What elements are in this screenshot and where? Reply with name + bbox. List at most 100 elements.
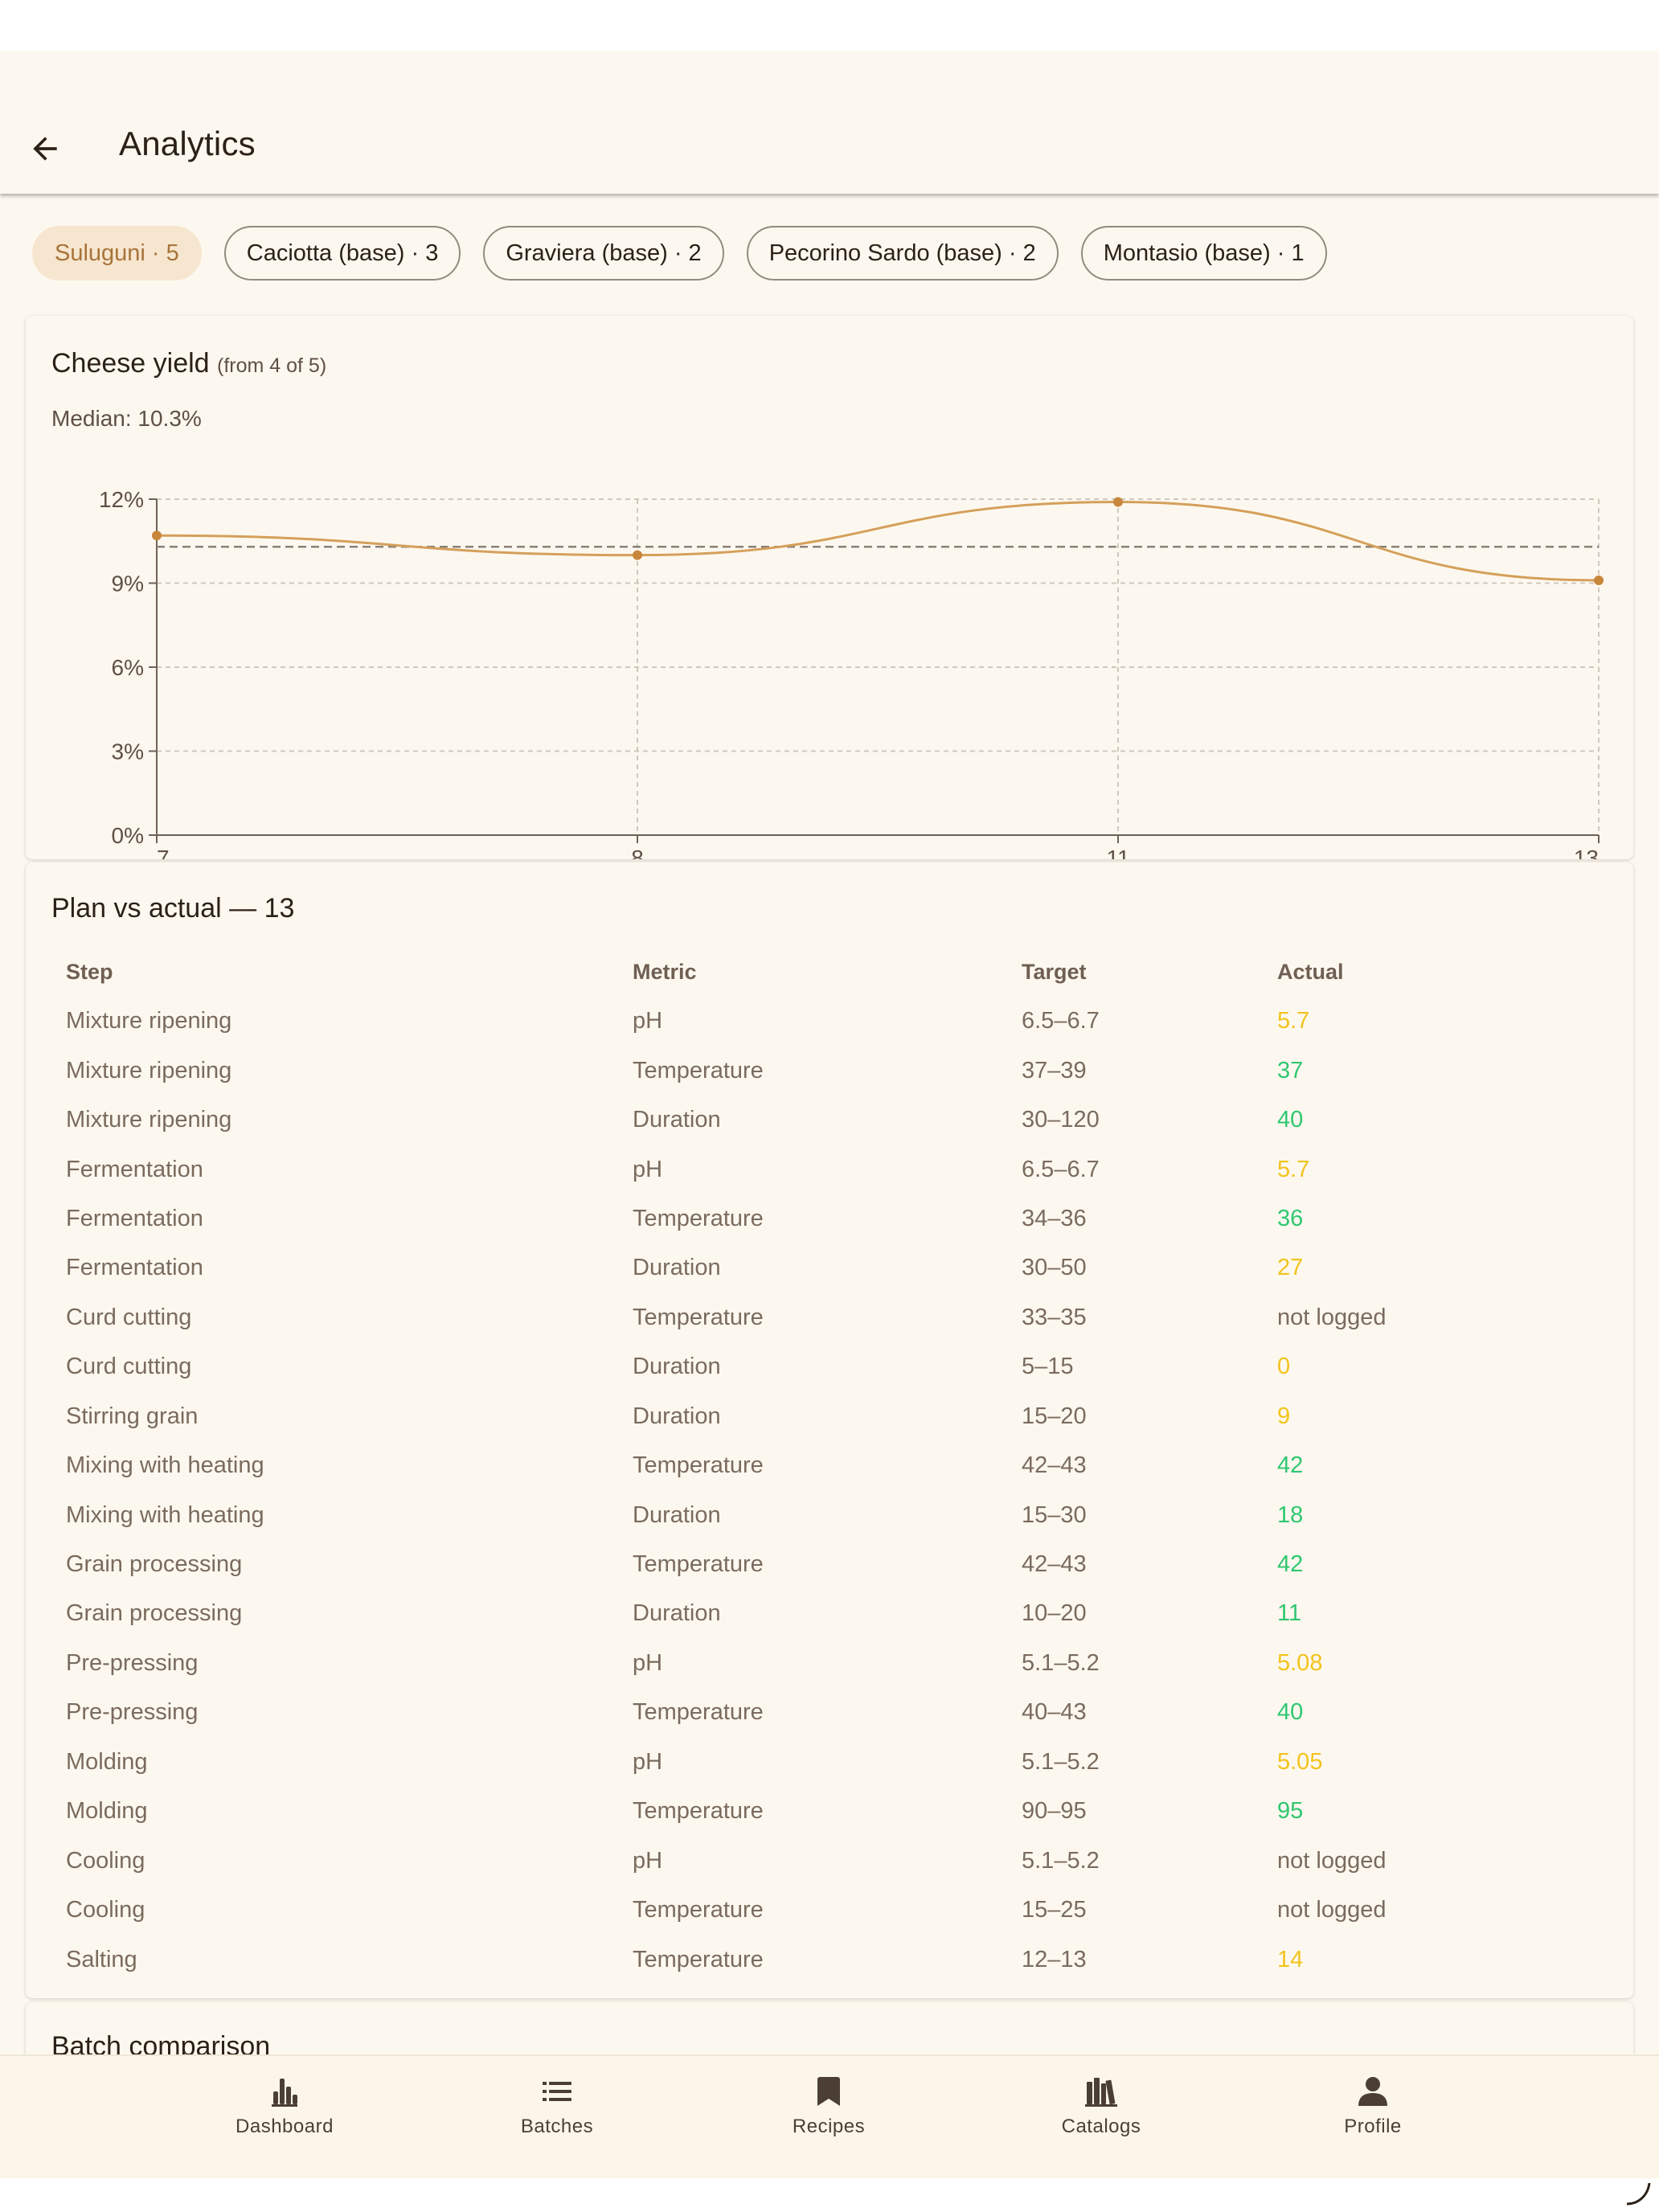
cell-metric: Temperature [633, 1304, 764, 1330]
cheese-filter-chips: Suluguni · 5 Caciotta (base) · 3 Gravier… [32, 226, 1327, 281]
table-row: Mixing with heating Temperature 42–43 42 [66, 1441, 1593, 1490]
app-bar: Analytics [0, 51, 1659, 194]
back-button[interactable] [16, 120, 74, 178]
cell-target: 6.5–6.7 [1022, 1008, 1100, 1034]
cell-step: Fermentation [66, 1156, 203, 1182]
cell-target: 5–15 [1022, 1354, 1074, 1380]
nav-label-catalogs: Catalogs [1061, 2116, 1141, 2137]
chip-suluguni[interactable]: Suluguni · 5 [32, 226, 202, 281]
cell-actual: 42 [1277, 1452, 1304, 1479]
yield-series-line [156, 500, 1600, 582]
cell-metric: Duration [633, 1600, 721, 1627]
cell-metric: pH [633, 1748, 663, 1775]
cell-step: Curd cutting [66, 1354, 192, 1380]
table-row: Cooling pH 5.1–5.2 not logged [66, 1836, 1593, 1885]
cell-target: 40–43 [1022, 1699, 1087, 1726]
table-row: Mixture ripening pH 6.5–6.7 5.7 [66, 997, 1593, 1046]
cell-actual: 42 [1277, 1551, 1304, 1578]
cell-target: 12–13 [1022, 1946, 1087, 1972]
nav-label-dashboard: Dashboard [236, 2116, 334, 2137]
cell-step: Fermentation [66, 1205, 203, 1231]
cell-actual: 9 [1277, 1403, 1291, 1429]
table-row: Pre-pressing pH 5.1–5.2 5.08 [66, 1639, 1593, 1688]
table-row: Mixture ripening Duration 30–120 40 [66, 1096, 1593, 1145]
cell-target: 37–39 [1022, 1057, 1087, 1083]
cell-target: 15–20 [1022, 1403, 1087, 1429]
table-row: Molding Temperature 90–95 95 [66, 1787, 1593, 1836]
yield-data-point [1594, 576, 1604, 586]
column-header-step: Step [66, 959, 113, 984]
cell-step: Curd cutting [66, 1304, 192, 1330]
cell-metric: Temperature [633, 1551, 764, 1578]
cell-actual: 5.05 [1277, 1748, 1323, 1775]
cell-metric: Duration [633, 1354, 721, 1380]
bar-chart-icon [272, 2079, 297, 2107]
cell-target: 15–30 [1022, 1501, 1087, 1528]
cell-actual: 95 [1277, 1798, 1304, 1825]
yield-data-point [633, 550, 642, 560]
cell-actual: 36 [1277, 1205, 1304, 1231]
table-row: Pre-pressing Temperature 40–43 40 [66, 1688, 1593, 1737]
table-header-row: Step Metric Target Actual [66, 947, 1593, 997]
books-icon [1085, 2078, 1117, 2107]
cell-target: 10–20 [1022, 1600, 1087, 1627]
arrow-left-icon [33, 137, 57, 161]
cell-actual: 40 [1277, 1699, 1304, 1726]
x-tick-label: 7 [157, 846, 170, 859]
cell-target: 5.1–5.2 [1022, 1847, 1100, 1874]
cell-metric: Duration [633, 1403, 721, 1429]
y-tick-label: 6% [112, 655, 144, 680]
cell-metric: Temperature [633, 1205, 764, 1231]
table-row: Salting Temperature 12–13 14 [66, 1935, 1593, 1984]
plan-vs-actual-card: Plan vs actual — 13 Step Metric Target A… [26, 862, 1633, 1998]
nav-catalogs[interactable]: Catalogs [1021, 2056, 1182, 2178]
cell-actual: 18 [1277, 1501, 1304, 1528]
cell-actual: not logged [1277, 1304, 1387, 1330]
cell-actual: 5.7 [1277, 1156, 1310, 1182]
cell-target: 5.1–5.2 [1022, 1748, 1100, 1775]
table-row: Grain processing Duration 10–20 11 [66, 1589, 1593, 1638]
cell-target: 90–95 [1022, 1798, 1087, 1825]
cell-step: Stirring grain [66, 1403, 199, 1429]
cell-step: Pre-pressing [66, 1649, 199, 1676]
y-tick-label: 3% [112, 739, 144, 764]
cell-metric: Temperature [633, 1798, 764, 1825]
chip-montasio[interactable]: Montasio (base) · 1 [1080, 226, 1327, 281]
cell-step: Mixture ripening [66, 1107, 232, 1133]
cell-target: 30–120 [1022, 1107, 1100, 1133]
bookmark-icon [817, 2077, 840, 2106]
cell-step: Salting [66, 1946, 137, 1972]
cell-actual: 14 [1277, 1946, 1304, 1972]
chip-pecorino-sardo[interactable]: Pecorino Sardo (base) · 2 [746, 226, 1059, 281]
cell-step: Mixing with heating [66, 1501, 264, 1528]
table-row: Stirring grain Duration 15–20 9 [66, 1392, 1593, 1441]
plan-table: Step Metric Target Actual Mixture ripeni… [66, 947, 1593, 1985]
cell-step: Cooling [66, 1847, 145, 1874]
table-row: Fermentation pH 6.5–6.7 5.7 [66, 1145, 1593, 1194]
cell-target: 5.1–5.2 [1022, 1649, 1100, 1676]
cell-metric: Temperature [633, 1897, 764, 1923]
nav-batches[interactable]: Batches [477, 2056, 637, 2178]
nav-recipes[interactable]: Recipes [748, 2056, 909, 2178]
cell-actual: 11 [1277, 1600, 1302, 1627]
cell-step: Grain processing [66, 1551, 243, 1578]
cell-metric: pH [633, 1649, 663, 1676]
cell-metric: Temperature [633, 1946, 764, 1972]
nav-dashboard[interactable]: Dashboard [204, 2056, 365, 2178]
cell-metric: Duration [633, 1255, 721, 1281]
cell-actual: 5.7 [1277, 1008, 1310, 1034]
chip-caciotta[interactable]: Caciotta (base) · 3 [223, 226, 461, 281]
cheese-yield-card: Cheese yield (from 4 of 5) Median: 10.3%… [26, 316, 1633, 859]
app-screen: Analytics Suluguni · 5 Caciotta (base) ·… [0, 51, 1659, 2178]
x-tick-label: 13 [1574, 846, 1599, 859]
cell-metric: Temperature [633, 1699, 764, 1726]
resize-handle-icon[interactable] [1624, 2178, 1653, 2207]
cell-step: Mixture ripening [66, 1057, 232, 1083]
nav-profile[interactable]: Profile [1292, 2056, 1453, 2178]
cell-metric: Duration [633, 1501, 721, 1528]
cell-actual: not logged [1277, 1897, 1387, 1923]
cell-target: 34–36 [1022, 1205, 1087, 1231]
chip-graviera[interactable]: Graviera (base) · 2 [483, 226, 724, 281]
column-header-target: Target [1022, 959, 1087, 984]
nav-label-profile: Profile [1344, 2116, 1402, 2137]
